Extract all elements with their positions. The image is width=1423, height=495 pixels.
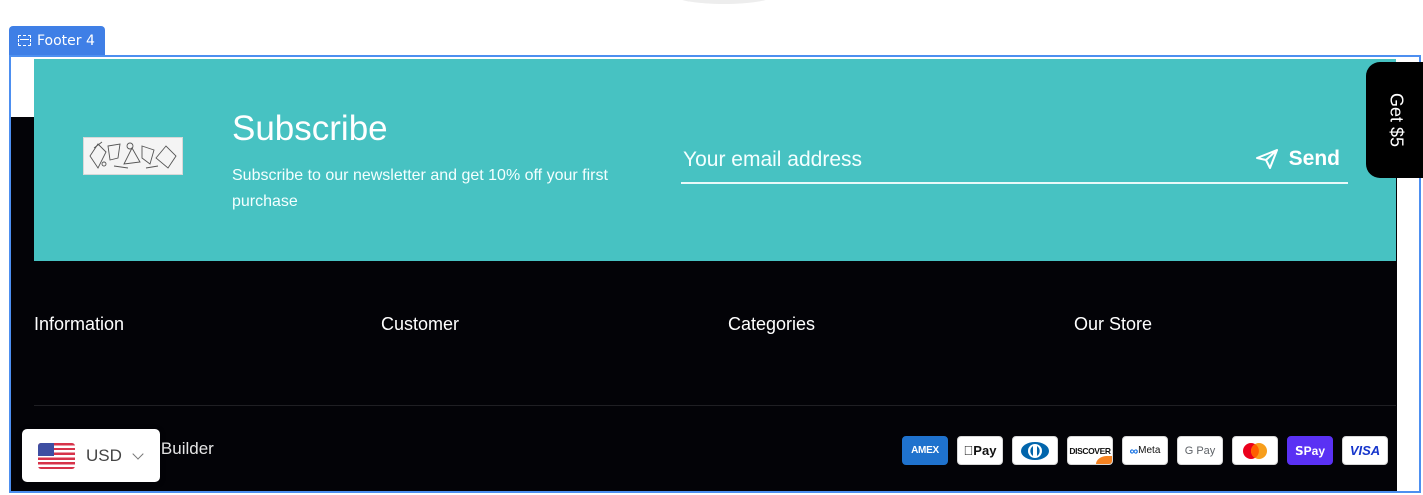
email-form: Send — [681, 138, 1348, 184]
apple-pay-icon: Pay — [957, 436, 1003, 465]
payment-methods: AMEX Pay DISCOVER ∞Meta G Pay — [902, 436, 1388, 465]
column-title-categories[interactable]: Categories — [728, 314, 815, 335]
column-title-our-store[interactable]: Our Store — [1074, 314, 1152, 335]
visa-icon: VISA — [1342, 436, 1388, 465]
send-button[interactable]: Send — [1255, 141, 1340, 177]
currency-code: USD — [86, 445, 122, 465]
meta-pay-icon: ∞ Meta — [1122, 436, 1168, 465]
section-tag[interactable]: Footer 4 — [9, 26, 105, 55]
logo-sketch-icon — [89, 141, 177, 169]
page: Footer 4 Subscribe Subscribe to our news… — [0, 0, 1423, 495]
column-title-customer[interactable]: Customer — [381, 314, 459, 335]
column-title-information[interactable]: Information — [34, 314, 124, 335]
email-input[interactable] — [681, 144, 1221, 176]
brand-logo — [83, 137, 183, 175]
top-decoration — [676, 0, 772, 4]
diners-club-icon — [1012, 436, 1058, 465]
subscribe-banner: Subscribe Subscribe to our newsletter an… — [34, 59, 1396, 261]
section-icon — [18, 35, 31, 46]
subscribe-description: Subscribe to our newsletter and get 10% … — [232, 167, 608, 210]
footer-frame[interactable]: Subscribe Subscribe to our newsletter an… — [9, 55, 1421, 493]
chevron-down-icon — [132, 447, 144, 460]
paper-plane-icon — [1255, 149, 1278, 169]
currency-selector[interactable]: USD — [22, 429, 160, 482]
mastercard-icon — [1232, 436, 1278, 465]
google-pay-icon: G Pay — [1177, 436, 1223, 465]
footer-divider — [34, 405, 1396, 406]
discover-icon: DISCOVER — [1067, 436, 1113, 465]
subscribe-title: Subscribe — [232, 109, 388, 148]
us-flag-icon — [38, 442, 75, 469]
get-5-promo-tab[interactable]: Get $5 — [1366, 62, 1423, 178]
section-tag-label: Footer 4 — [37, 32, 95, 49]
send-label: Send — [1288, 147, 1340, 170]
shop-pay-icon: 𝗦 Pay — [1287, 436, 1333, 465]
promo-label: Get $5 — [1386, 92, 1407, 148]
amex-icon: AMEX — [902, 436, 948, 465]
